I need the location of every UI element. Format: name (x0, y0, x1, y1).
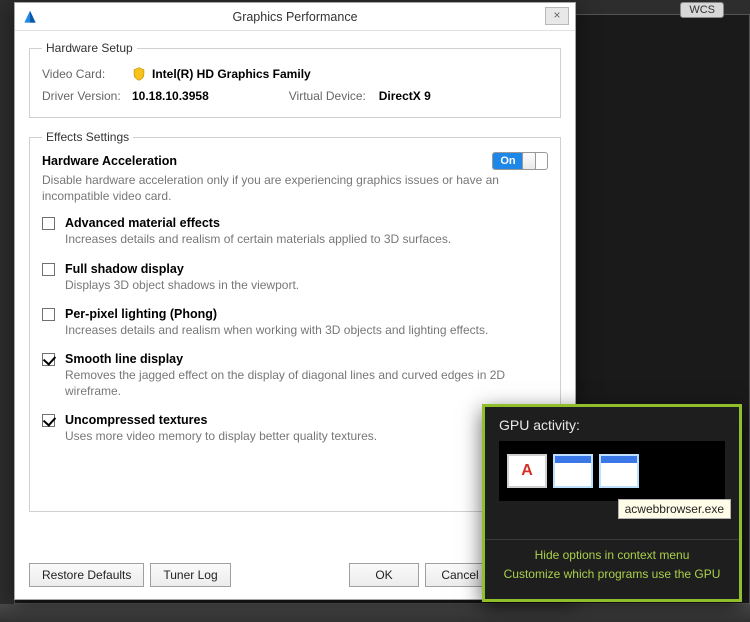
tray-icon (499, 511, 517, 529)
checkbox[interactable] (42, 263, 55, 276)
option-desc: Increases details and realism of certain… (65, 231, 548, 247)
video-card-value: Intel(R) HD Graphics Family (152, 67, 311, 81)
restore-defaults-button[interactable]: Restore Defaults (29, 563, 144, 587)
tuner-log-button[interactable]: Tuner Log (150, 563, 230, 587)
virtual-device-value: DirectX 9 (379, 89, 431, 103)
autocad-logo-icon: A (521, 462, 533, 480)
option-desc: Displays 3D object shadows in the viewpo… (65, 277, 548, 293)
driver-version-label: Driver Version: (42, 89, 132, 103)
option-text: Full shadow displayDisplays 3D object sh… (65, 262, 548, 293)
toggle-knob (522, 152, 536, 170)
gpu-thumb-autocad[interactable]: A (507, 454, 547, 488)
gpu-tray-icons (485, 501, 739, 539)
gpu-link-hide-options[interactable]: Hide options in context menu (485, 546, 739, 565)
gpu-thumb-window-2[interactable] (599, 454, 639, 488)
option-text: Uncompressed texturesUses more video mem… (65, 413, 548, 444)
ok-button[interactable]: OK (349, 563, 419, 587)
option-desc: Uses more video memory to display better… (65, 428, 548, 444)
close-icon: × (553, 8, 560, 22)
option-title: Smooth line display (65, 352, 548, 367)
hardware-setup-group: Hardware Setup Video Card: Intel(R) HD G… (29, 41, 561, 118)
close-button[interactable]: × (545, 7, 569, 25)
option-title: Full shadow display (65, 262, 548, 277)
option-text: Per-pixel lighting (Phong)Increases deta… (65, 307, 548, 338)
dialog-title: Graphics Performance (15, 10, 575, 24)
driver-version-value: 10.18.10.3958 (132, 89, 209, 103)
gpu-popup-links: Hide options in context menu Customize w… (485, 539, 739, 592)
effect-option: Uncompressed texturesUses more video mem… (42, 413, 548, 444)
gpu-link-customize[interactable]: Customize which programs use the GPU (485, 565, 739, 584)
option-title: Advanced material effects (65, 216, 548, 231)
gpu-thumb-window-1[interactable] (553, 454, 593, 488)
hardware-legend: Hardware Setup (42, 41, 137, 55)
hardware-accel-toggle[interactable]: On (492, 152, 548, 170)
tray-icon (553, 511, 571, 529)
gpu-activity-popup: GPU activity: A acwebbrowser.exe Hide op… (482, 404, 742, 602)
titlebar[interactable]: Graphics Performance × (15, 3, 575, 31)
hardware-accel-desc: Disable hardware acceleration only if yo… (42, 172, 502, 204)
toggle-on-label: On (493, 153, 523, 169)
checkbox[interactable] (42, 217, 55, 230)
taskbar (0, 604, 750, 622)
hardware-accel-title: Hardware Acceleration (42, 154, 177, 168)
effect-option: Per-pixel lighting (Phong)Increases deta… (42, 307, 548, 338)
effect-option: Advanced material effectsIncreases detai… (42, 216, 548, 247)
option-title: Per-pixel lighting (Phong) (65, 307, 548, 322)
checkbox[interactable] (42, 414, 55, 427)
shield-icon (132, 67, 146, 81)
tray-icon (607, 511, 625, 529)
gpu-activity-title: GPU activity: (485, 407, 739, 441)
checkbox[interactable] (42, 353, 55, 366)
virtual-device-label: Virtual Device: (289, 89, 379, 103)
option-desc: Increases details and realism when worki… (65, 322, 548, 338)
effect-option: Smooth line displayRemoves the jagged ef… (42, 352, 548, 399)
option-desc: Removes the jagged effect on the display… (65, 367, 548, 399)
gpu-thumbnails: A acwebbrowser.exe (499, 441, 725, 501)
effect-option: Full shadow displayDisplays 3D object sh… (42, 262, 548, 293)
option-text: Smooth line displayRemoves the jagged ef… (65, 352, 548, 399)
video-card-label: Video Card: (42, 67, 132, 81)
wcs-badge[interactable]: WCS (680, 2, 724, 18)
option-text: Advanced material effectsIncreases detai… (65, 216, 548, 247)
checkbox[interactable] (42, 308, 55, 321)
app-icon (23, 10, 37, 24)
effects-legend: Effects Settings (42, 130, 133, 144)
option-title: Uncompressed textures (65, 413, 548, 428)
tray-icon (661, 511, 679, 529)
